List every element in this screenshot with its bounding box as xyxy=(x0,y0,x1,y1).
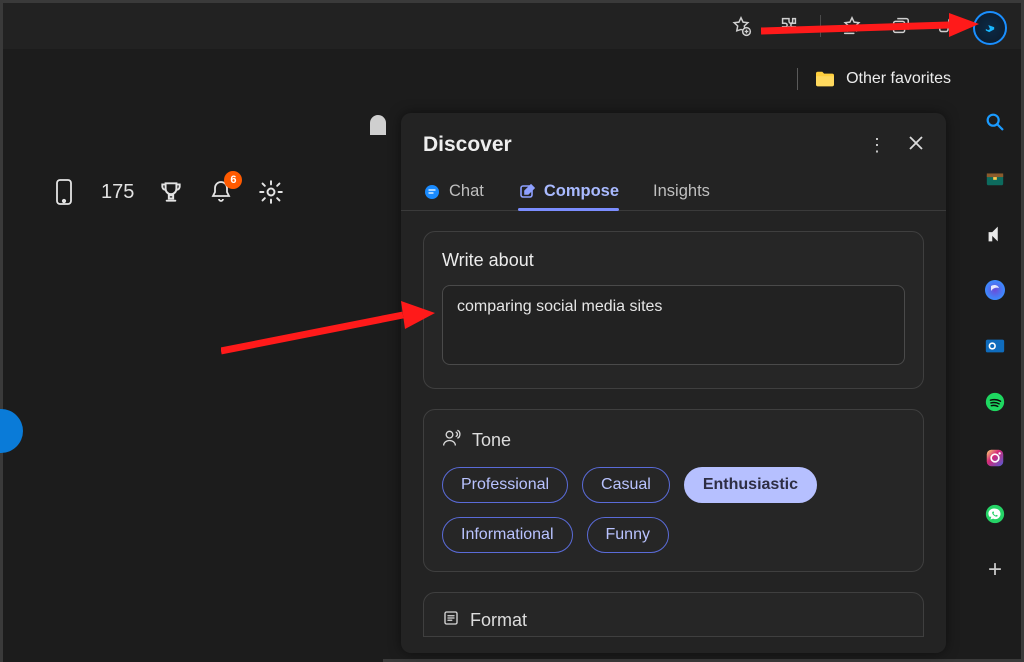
favorites-bar: Other favorites xyxy=(3,61,961,97)
collections-icon[interactable] xyxy=(889,15,911,37)
instagram-icon[interactable] xyxy=(982,445,1008,471)
extensions-icon[interactable] xyxy=(778,15,800,37)
scrollbar-thumb[interactable] xyxy=(370,115,386,135)
office-icon[interactable] xyxy=(982,277,1008,303)
discover-header: Discover ⋮ xyxy=(401,131,946,167)
viewport: Other favorites + xyxy=(0,0,1024,662)
tone-label: Tone xyxy=(472,430,511,451)
outlook-icon[interactable] xyxy=(982,333,1008,359)
tone-chip-enthusiastic[interactable]: Enthusiastic xyxy=(684,467,817,503)
edge-sidebar: + xyxy=(975,109,1015,583)
close-icon[interactable] xyxy=(908,135,924,156)
tone-chip-professional[interactable]: Professional xyxy=(442,467,568,503)
notifications-button[interactable]: 6 xyxy=(208,179,234,205)
add-sidebar-item[interactable]: + xyxy=(982,557,1008,583)
tab-insights-label: Insights xyxy=(653,182,710,201)
write-about-card: Write about xyxy=(423,231,924,389)
tone-icon xyxy=(442,428,462,453)
add-favorite-icon[interactable] xyxy=(730,15,752,37)
discover-panel: Discover ⋮ Chat Compose xyxy=(401,113,946,653)
rewards-points[interactable]: 175 xyxy=(101,181,134,204)
bing-sidebar-button[interactable] xyxy=(973,11,1007,45)
search-icon[interactable] xyxy=(982,109,1008,135)
shopping-icon[interactable] xyxy=(982,165,1008,191)
folder-icon[interactable] xyxy=(814,70,836,88)
more-options-icon[interactable]: ⋮ xyxy=(868,135,886,156)
rewards-row: 175 6 xyxy=(51,179,284,205)
format-icon xyxy=(442,609,460,632)
tab-chat-label: Chat xyxy=(449,182,484,201)
share-icon[interactable] xyxy=(937,15,959,37)
tone-chips: Professional Casual Enthusiastic Informatio… xyxy=(442,467,905,553)
toolbar-divider xyxy=(820,15,821,37)
tab-chat[interactable]: Chat xyxy=(423,175,484,210)
tone-chip-casual[interactable]: Casual xyxy=(582,467,670,503)
notification-count-badge: 6 xyxy=(224,171,242,189)
other-favorites-label[interactable]: Other favorites xyxy=(846,70,951,88)
spotify-icon[interactable] xyxy=(982,389,1008,415)
favorites-divider xyxy=(797,68,798,90)
tone-chip-informational[interactable]: Informational xyxy=(442,517,573,553)
chat-icon xyxy=(423,183,441,201)
games-icon[interactable] xyxy=(982,221,1008,247)
write-about-input[interactable] xyxy=(442,285,905,365)
browser-toolbar xyxy=(3,3,1021,49)
phone-icon[interactable] xyxy=(51,179,77,205)
write-about-label: Write about xyxy=(442,250,905,271)
tab-compose[interactable]: Compose xyxy=(518,175,619,210)
format-card: Format xyxy=(423,592,924,637)
feedback-button[interactable] xyxy=(0,409,23,453)
tone-chip-funny[interactable]: Funny xyxy=(587,517,669,553)
compose-icon xyxy=(518,183,536,201)
compose-body: Write about Tone Professional Casual Enthu… xyxy=(401,211,946,653)
page-content: 175 6 xyxy=(3,103,383,662)
format-label: Format xyxy=(470,610,527,631)
tab-compose-label: Compose xyxy=(544,182,619,201)
discover-tabs: Chat Compose Insights xyxy=(401,167,946,211)
whatsapp-icon[interactable] xyxy=(982,501,1008,527)
tone-card: Tone Professional Casual Enthusiastic Infor… xyxy=(423,409,924,572)
favorites-icon[interactable] xyxy=(841,15,863,37)
settings-icon[interactable] xyxy=(258,179,284,205)
tab-insights[interactable]: Insights xyxy=(653,175,710,210)
discover-title: Discover xyxy=(423,133,512,157)
trophy-icon[interactable] xyxy=(158,179,184,205)
